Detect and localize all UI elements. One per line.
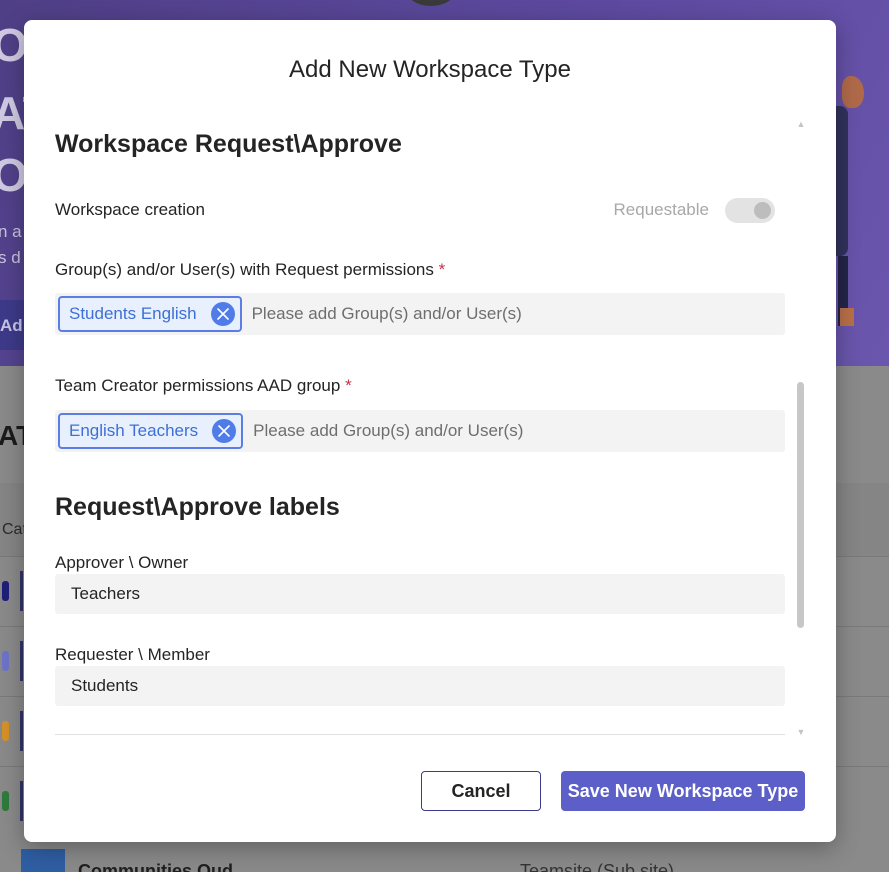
requester-member-input[interactable]: Students bbox=[55, 666, 785, 706]
cancel-button[interactable]: Cancel bbox=[421, 771, 541, 811]
section-heading-request-approve: Workspace Request\Approve bbox=[55, 130, 402, 158]
dialog-scrollbar[interactable]: ▲ ▼ bbox=[796, 116, 806, 737]
background-row-name: Communities Oud bbox=[78, 861, 234, 872]
remove-chip-icon[interactable] bbox=[210, 302, 235, 326]
toggle-knob bbox=[754, 201, 771, 219]
request-permissions-label: Group(s) and/or User(s) with Request per… bbox=[55, 260, 445, 280]
row-color-marker bbox=[2, 791, 9, 811]
communities-tile-icon bbox=[21, 849, 65, 872]
request-permissions-input[interactable]: Please add Group(s) and/or User(s) bbox=[252, 304, 522, 324]
team-creator-picker[interactable]: English Teachers Please add Group(s) and… bbox=[55, 410, 785, 452]
selected-chip-students-english: Students English bbox=[58, 296, 242, 332]
required-marker: * bbox=[345, 376, 352, 395]
selected-chip-english-teachers: English Teachers bbox=[58, 413, 244, 449]
team-creator-label-text: Team Creator permissions AAD group bbox=[55, 376, 341, 395]
required-marker: * bbox=[438, 260, 446, 279]
approver-owner-input[interactable]: Teachers bbox=[55, 574, 785, 614]
save-new-workspace-type-button[interactable]: Save New Workspace Type bbox=[561, 771, 805, 811]
background-row-type: Teamsite (Sub site) bbox=[520, 861, 675, 872]
add-workspace-type-dialog: Add New Workspace Type Workspace Request… bbox=[24, 20, 836, 842]
background-hero-text-2: s d bbox=[0, 248, 21, 267]
scrollbar-thumb[interactable] bbox=[797, 382, 804, 628]
background-hero-text-1: n a bbox=[0, 222, 22, 241]
remove-chip-icon[interactable] bbox=[212, 419, 237, 443]
scroll-up-arrow-icon[interactable]: ▲ bbox=[796, 119, 806, 129]
chip-label: English Teachers bbox=[69, 421, 199, 440]
requestable-toggle-label: Requestable bbox=[613, 200, 709, 219]
dialog-scroll-area[interactable]: Workspace Request\Approve Workspace crea… bbox=[24, 116, 836, 736]
requestable-toggle[interactable] bbox=[725, 197, 775, 223]
team-creator-input[interactable]: Please add Group(s) and/or User(s) bbox=[253, 421, 523, 441]
row-color-marker bbox=[2, 721, 9, 741]
row-color-marker bbox=[2, 651, 9, 671]
request-permissions-picker[interactable]: Students English Please add Group(s) and… bbox=[55, 293, 785, 335]
request-permissions-label-text: Group(s) and/or User(s) with Request per… bbox=[55, 260, 434, 279]
background-avatar bbox=[405, 0, 457, 6]
scroll-down-arrow-icon[interactable]: ▼ bbox=[796, 727, 806, 737]
requestable-toggle-group: Requestable bbox=[614, 197, 775, 223]
content-divider bbox=[55, 734, 785, 735]
requester-member-label: Requester \ Member bbox=[55, 645, 210, 664]
chip-label: Students English bbox=[69, 304, 197, 323]
background-illustration bbox=[836, 76, 866, 326]
team-creator-label: Team Creator permissions AAD group * bbox=[55, 376, 352, 396]
workspace-creation-label: Workspace creation bbox=[55, 200, 205, 219]
approver-owner-label: Approver \ Owner bbox=[55, 553, 189, 572]
row-color-marker bbox=[2, 581, 9, 601]
dialog-title: Add New Workspace Type bbox=[289, 56, 571, 83]
background-table-row: Communities Oud Teamsite (Sub site) bbox=[0, 846, 889, 872]
section-heading-labels: Request\Approve labels bbox=[55, 493, 340, 521]
